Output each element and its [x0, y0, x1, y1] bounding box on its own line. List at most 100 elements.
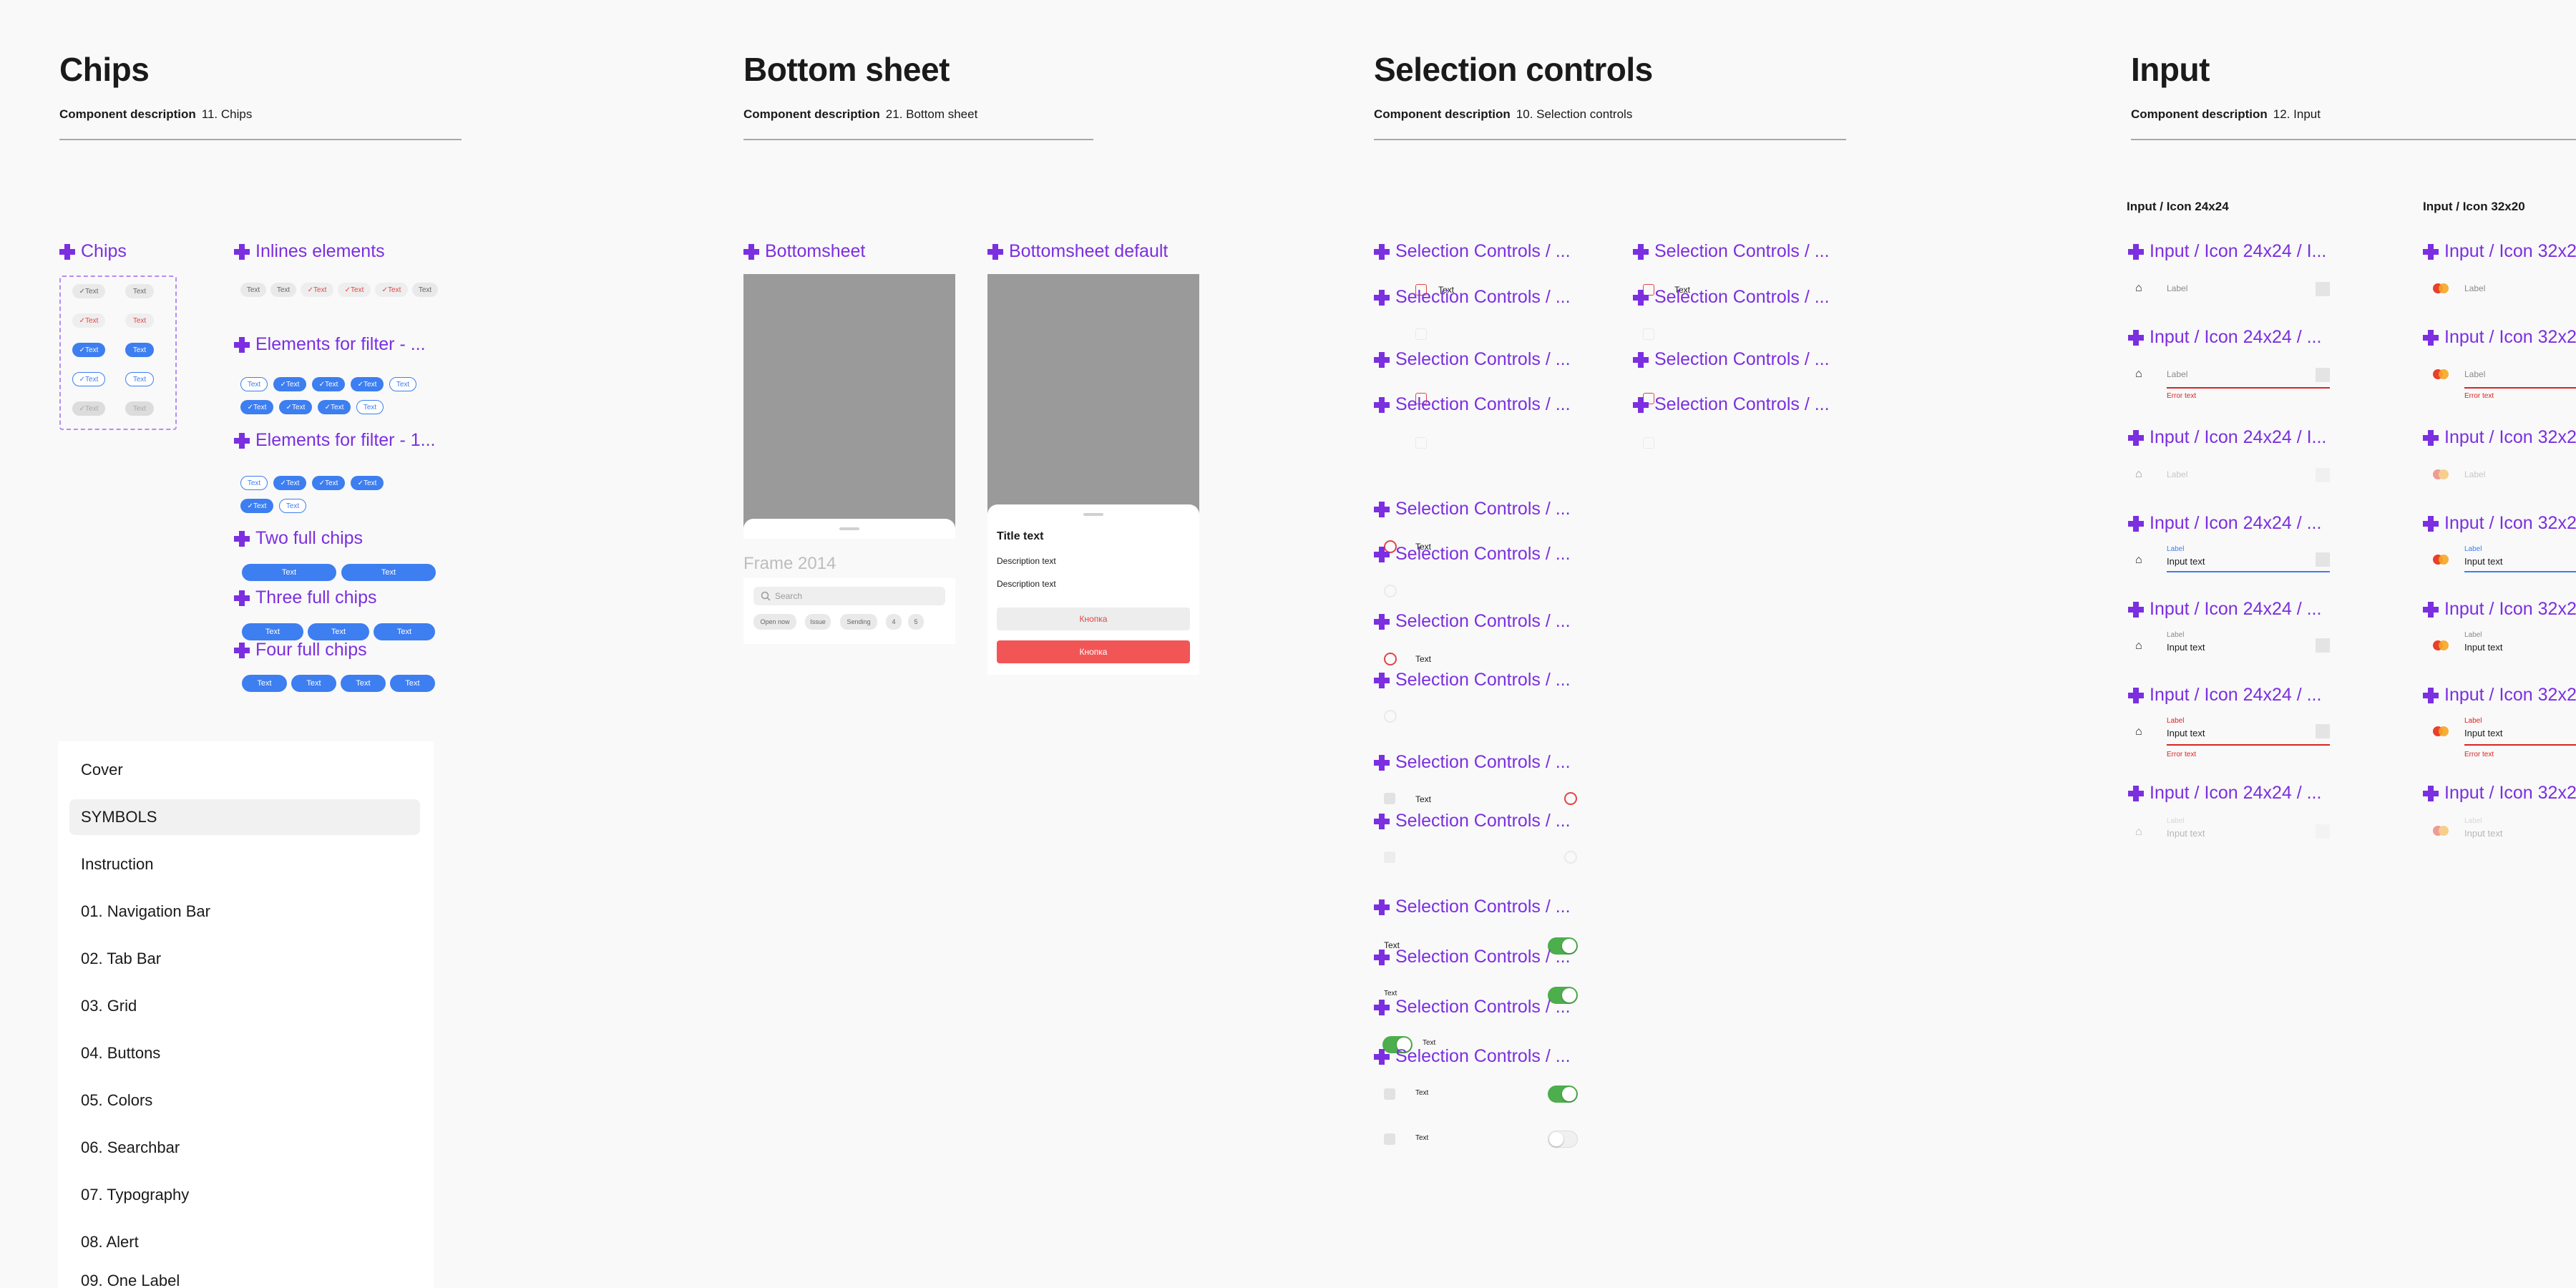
- filter-chip[interactable]: Issue: [805, 614, 831, 630]
- elements-filter-component[interactable]: Elements for filter - ...: [234, 334, 426, 355]
- selection-controls-component[interactable]: Selection Controls / ...: [1374, 997, 1571, 1018]
- input-value[interactable]: Input text: [2464, 728, 2502, 738]
- bottomsheet-collapsed[interactable]: [743, 519, 955, 539]
- input-field[interactable]: ⌂ Label: [2132, 279, 2333, 301]
- page-item-symbols[interactable]: SYMBOLS: [69, 799, 420, 835]
- bottomsheet-default[interactable]: Title text Description text Description …: [987, 504, 1199, 675]
- chip-outline[interactable]: Text: [240, 377, 268, 391]
- bottomsheet-default-component[interactable]: Bottomsheet default: [987, 241, 1168, 262]
- chip[interactable]: Text: [412, 283, 438, 297]
- page-item-instruction[interactable]: Instruction: [58, 847, 434, 882]
- drag-handle[interactable]: [839, 527, 859, 530]
- chip-selected[interactable]: ✓ Text: [273, 377, 306, 391]
- full-chip[interactable]: Text: [291, 675, 336, 692]
- page-item-cover[interactable]: Cover: [58, 752, 434, 788]
- chip-error[interactable]: ✓ Text: [301, 283, 333, 297]
- selection-controls-component[interactable]: Selection Controls / ...: [1374, 752, 1571, 773]
- full-chip[interactable]: Text: [390, 675, 435, 692]
- chip-outline[interactable]: Text: [389, 377, 416, 391]
- toggle-off[interactable]: [1548, 1131, 1578, 1148]
- selection-controls-component[interactable]: Selection Controls / ...: [1374, 544, 1571, 565]
- toggle-on[interactable]: [1548, 1085, 1578, 1103]
- chip-selected[interactable]: ✓ Text: [279, 400, 312, 414]
- chip-outline[interactable]: Text: [240, 476, 268, 490]
- checkbox[interactable]: [1384, 1133, 1395, 1145]
- trailing-icon[interactable]: [2316, 368, 2330, 382]
- page-item-searchbar[interactable]: 06. Searchbar: [58, 1130, 434, 1166]
- page-item-alert[interactable]: 08. Alert: [58, 1224, 434, 1260]
- selection-controls-component[interactable]: Selection Controls / ...: [1374, 897, 1571, 917]
- input-component[interactable]: Input / Icon 32x2: [2423, 599, 2576, 620]
- three-full-chips-component[interactable]: Three full chips: [234, 587, 377, 608]
- selection-controls-component[interactable]: Selection Controls / ...: [1374, 287, 1571, 308]
- input-value[interactable]: Input text: [2167, 556, 2205, 567]
- chip-outline[interactable]: Text: [279, 499, 306, 513]
- input-component[interactable]: Input / Icon 32x2: [2423, 513, 2576, 534]
- full-chip[interactable]: Text: [242, 623, 303, 640]
- chip-selected[interactable]: ✓ Text: [312, 377, 345, 391]
- selection-controls-component[interactable]: Selection Controls / ...: [1374, 394, 1571, 415]
- chip-selected[interactable]: ✓ Text: [351, 377, 384, 391]
- primary-button[interactable]: Кнопка: [997, 640, 1190, 663]
- chip-error[interactable]: ✓ Text: [72, 313, 105, 328]
- input-component[interactable]: Input / Icon 24x24 / ...: [2128, 327, 2321, 348]
- selection-controls-component[interactable]: Selection Controls / ...: [1374, 811, 1571, 831]
- four-full-chips-component[interactable]: Four full chips: [234, 640, 367, 660]
- chip[interactable]: Text: [125, 284, 154, 298]
- input-field-filled-error[interactable]: ⌂ Label Input text Error text: [2132, 716, 2333, 761]
- selection-controls-component[interactable]: Selection Controls / ...: [1374, 499, 1571, 519]
- selection-controls-component[interactable]: Selection Controls / ...: [1374, 611, 1571, 632]
- chips-component[interactable]: Chips: [59, 241, 127, 262]
- input-component[interactable]: Input / Icon 24x24 / I...: [2128, 241, 2326, 262]
- chip-error[interactable]: Text: [125, 313, 154, 328]
- selection-controls-component[interactable]: Selection Controls / ...: [1374, 947, 1571, 967]
- elements-filter-component-2[interactable]: Elements for filter - 1...: [234, 430, 435, 451]
- chip-outline[interactable]: Text: [125, 372, 154, 386]
- chip-selected[interactable]: ✓ Text: [318, 400, 351, 414]
- full-chip[interactable]: Text: [341, 675, 386, 692]
- filter-chip[interactable]: Open now: [753, 614, 796, 630]
- page-item-colors[interactable]: 05. Colors: [58, 1083, 434, 1118]
- input-component[interactable]: Input / Icon 32x2: [2423, 427, 2576, 448]
- input-value[interactable]: Input text: [2464, 556, 2502, 567]
- selection-controls-component[interactable]: Selection Controls / ...: [1374, 670, 1571, 691]
- selection-controls-component[interactable]: Selection Controls / ...: [1374, 349, 1571, 370]
- full-chip[interactable]: Text: [308, 623, 369, 640]
- selection-controls-component[interactable]: Selection Controls / ...: [1633, 241, 1830, 262]
- page-item-navigation-bar[interactable]: 01. Navigation Bar: [58, 894, 434, 930]
- chip-error[interactable]: ✓ Text: [338, 283, 371, 297]
- drag-handle[interactable]: [1083, 513, 1103, 516]
- chip-selected[interactable]: Text: [125, 343, 154, 357]
- input-component[interactable]: Input / Icon 24x24 / I...: [2128, 427, 2326, 448]
- input-component[interactable]: Input / Icon 24x24 / ...: [2128, 513, 2321, 534]
- input-value[interactable]: Input text: [2167, 642, 2205, 653]
- chip-selected[interactable]: ✓ Text: [72, 343, 105, 357]
- chip-outline[interactable]: ✓ Text: [72, 372, 105, 386]
- trailing-icon[interactable]: [2316, 552, 2330, 567]
- input-value[interactable]: Input text: [2167, 728, 2205, 738]
- radio-error[interactable]: [1564, 792, 1577, 805]
- chip-error[interactable]: ✓ Text: [375, 283, 408, 297]
- radio-error[interactable]: [1384, 653, 1397, 665]
- input-component[interactable]: Input / Icon 32x2: [2423, 783, 2576, 804]
- inlines-elements-component[interactable]: Inlines elements: [234, 241, 385, 262]
- full-chip[interactable]: Text: [341, 564, 436, 581]
- input-component[interactable]: Input / Icon 24x24 / ...: [2128, 783, 2321, 804]
- page-item-one-label[interactable]: 09. One Label: [58, 1270, 434, 1288]
- chip-selected[interactable]: ✓ Text: [273, 476, 306, 490]
- chip-selected[interactable]: ✓ Text: [240, 400, 273, 414]
- input-component[interactable]: Input / Icon 32x2: [2423, 327, 2576, 348]
- input-component[interactable]: Input / Icon 24x24 / ...: [2128, 599, 2321, 620]
- chip-selected[interactable]: ✓ Text: [240, 499, 273, 513]
- input-component[interactable]: Input / Icon 32x2: [2423, 241, 2576, 262]
- selection-controls-component[interactable]: Selection Controls / ...: [1633, 349, 1830, 370]
- selection-controls-component[interactable]: Selection Controls / ...: [1633, 394, 1830, 415]
- input-component[interactable]: Input / Icon 24x24 / ...: [2128, 685, 2321, 706]
- filter-chip[interactable]: Sending: [840, 614, 877, 630]
- selection-controls-component[interactable]: Selection Controls / ...: [1633, 287, 1830, 308]
- chip[interactable]: Text: [270, 283, 296, 297]
- chip-outline[interactable]: Text: [356, 400, 384, 414]
- bottomsheet-component[interactable]: Bottomsheet: [743, 241, 865, 262]
- trailing-icon[interactable]: [2316, 724, 2330, 738]
- input-field-filled[interactable]: ⌂ Label Input text: [2132, 630, 2333, 658]
